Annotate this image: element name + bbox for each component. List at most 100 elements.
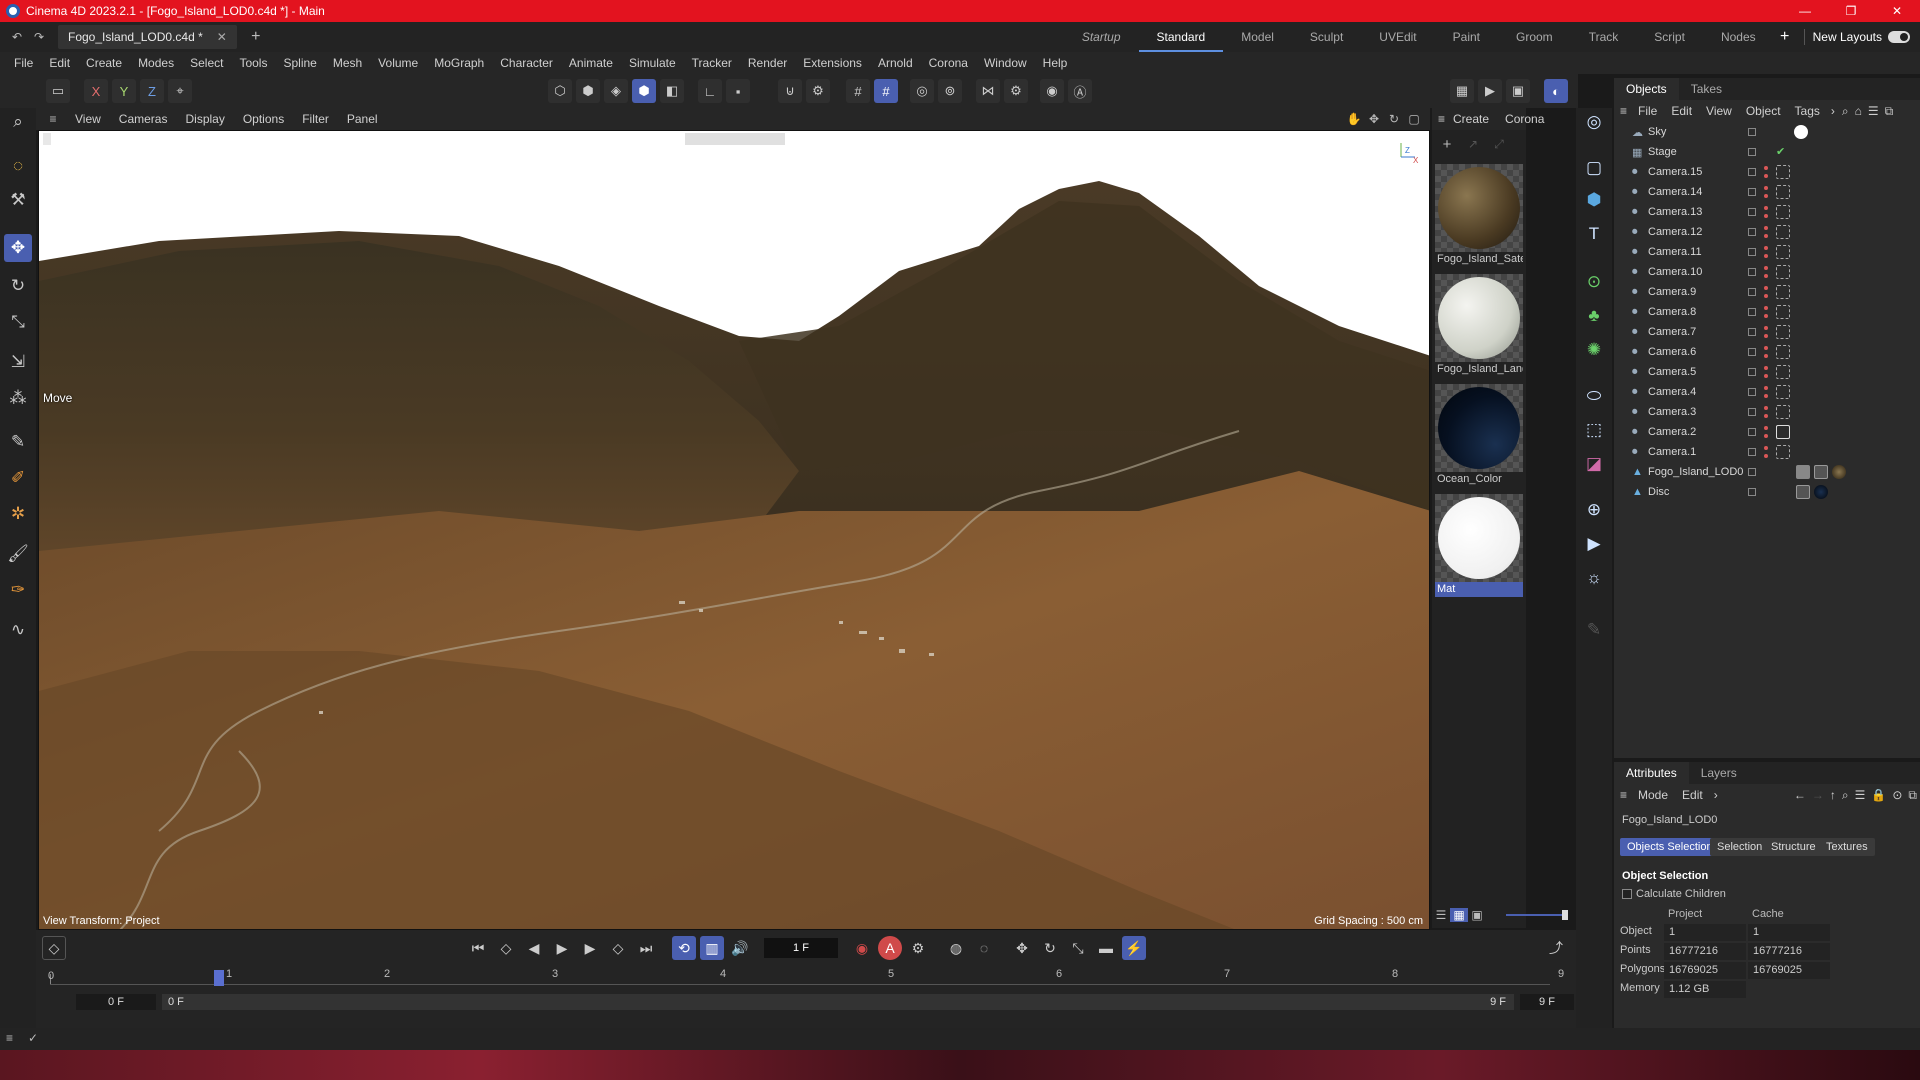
play-icon[interactable]: ▶ [550,936,574,960]
attribute-new-window-icon[interactable]: ⧉ [1905,788,1920,803]
tab-attributes[interactable]: Attributes [1614,762,1689,784]
close-tab-icon[interactable]: ✕ [217,30,227,44]
object-row-stage[interactable]: ▦ Stage ✔ [1614,142,1920,162]
new-layouts-toggle[interactable] [1888,31,1910,43]
object-row-camera-4[interactable]: ⏺ Camera.4 [1614,382,1920,402]
arnold-icon[interactable]: Ⓐ [1068,79,1092,103]
loop-icon[interactable]: ⟲ [672,936,696,960]
material-hamburger-icon[interactable]: ≡ [1438,112,1445,126]
object-row-camera-3[interactable]: ⏺ Camera.3 [1614,402,1920,422]
key-rotation-icon[interactable]: ◌ [972,936,996,960]
object-row-camera-6[interactable]: ⏺ Camera.6 [1614,342,1920,362]
object-row-disc[interactable]: ▲ Disc [1614,482,1920,502]
target-tag-icon[interactable] [1776,245,1790,259]
layout-standard[interactable]: Standard [1138,22,1224,52]
tab-takes[interactable]: Takes [1679,78,1734,100]
maximize-icon[interactable]: ❐ [1828,0,1874,22]
text-icon[interactable]: T [1580,220,1608,248]
maximize-view-icon[interactable]: ▢ [1404,112,1424,126]
object-mode-icon[interactable]: ⬢ [632,79,656,103]
target-tag-icon[interactable] [1776,165,1790,179]
key-pla-icon[interactable]: ⚡ [1122,936,1146,960]
pan-view-icon[interactable]: ✋ [1344,112,1364,126]
environment-icon[interactable]: ⊕ [1580,496,1608,524]
playhead[interactable] [214,970,224,986]
object-row-camera-11[interactable]: ⏺ Camera.11 [1614,242,1920,262]
previous-frame-icon[interactable]: ◀ [522,936,546,960]
texture-tag-icon[interactable] [1832,465,1846,479]
viewport-menu-cameras[interactable]: Cameras [110,112,177,126]
menu-character[interactable]: Character [492,56,561,70]
menu-file[interactable]: File [6,56,41,70]
calculate-children-row[interactable]: Calculate Children [1622,888,1726,900]
spline-tools-icon[interactable]: ✲ [4,500,32,528]
menu-mesh[interactable]: Mesh [325,56,370,70]
end-frame-field[interactable]: 9 F [1520,994,1574,1010]
keyframe-icon[interactable]: ◇ [42,936,66,960]
object-row-camera-15[interactable]: ⏺ Camera.15 [1614,162,1920,182]
menu-mograph[interactable]: MoGraph [426,56,492,70]
new-window-icon[interactable]: ⧉ [1882,104,1897,119]
generator-icon[interactable]: ⊙ [1580,268,1608,296]
layout-track[interactable]: Track [1571,22,1637,52]
minimize-icon[interactable]: — [1782,0,1828,22]
redo-icon[interactable]: ↷ [28,30,50,44]
axis-mode-icon[interactable]: ∟ [698,79,722,103]
forward-arrow-icon[interactable]: → [1809,788,1827,802]
target-tag-icon[interactable] [1776,385,1790,399]
object-row-camera-10[interactable]: ⏺ Camera.10 [1614,262,1920,282]
document-tab[interactable]: Fogo_Island_LOD0.c4d * ✕ [58,25,237,49]
object-search-icon[interactable]: ⌕ [1839,104,1852,119]
live-selection-icon[interactable]: ⚒ [4,186,32,214]
back-arrow-icon[interactable]: ← [1791,788,1809,802]
viewport-menu-display[interactable]: Display [176,112,233,126]
autokey-icon[interactable]: A [878,936,902,960]
uvw-tag-icon[interactable] [1814,465,1828,479]
close-icon[interactable]: ✕ [1874,0,1920,22]
sky-material-tag[interactable] [1794,125,1808,139]
menu-simulate[interactable]: Simulate [621,56,684,70]
attribute-hamburger-icon[interactable]: ≡ [1620,788,1631,802]
coordinate-system-icon[interactable]: ⌖ [168,79,192,103]
polygons-mode-icon[interactable]: ◈ [604,79,628,103]
add-layout-icon[interactable]: + [1774,28,1796,46]
uv-mode-icon[interactable]: ◧ [660,79,684,103]
playback-mode-icon[interactable]: ▥ [700,936,724,960]
layout-groom[interactable]: Groom [1498,22,1571,52]
z-axis-button[interactable]: Z [140,79,164,103]
deformer-icon[interactable]: ⬭ [1580,382,1608,410]
viewport-menu-options[interactable]: Options [234,112,293,126]
record-keys-icon[interactable]: ◉ [850,936,874,960]
menu-modes[interactable]: Modes [130,56,182,70]
layout-script[interactable]: Script [1636,22,1703,52]
camera-selector[interactable] [685,133,785,145]
object-row-camera-1[interactable]: ⏺ Camera.1 [1614,442,1920,462]
calculate-children-checkbox[interactable] [1622,889,1632,899]
menu-edit[interactable]: Edit [41,56,78,70]
object-hamburger-icon[interactable]: ≡ [1620,104,1631,118]
chevron-right-icon[interactable]: › [1827,104,1839,118]
object-menu-view[interactable]: View [1699,104,1739,118]
material-menu-corona[interactable]: Corona [1497,112,1552,126]
object-menu-file[interactable]: File [1631,104,1664,118]
points-mode-icon[interactable]: ⬡ [548,79,572,103]
light-icon[interactable]: ☼ [1580,564,1608,592]
symmetry-icon[interactable]: ⋈ [976,79,1000,103]
key-move-icon[interactable]: ✥ [1010,936,1034,960]
chip-structure[interactable]: Structure [1764,838,1823,856]
solo-off-icon[interactable]: ◎ [910,79,934,103]
menu-corona[interactable]: Corona [921,56,976,70]
rotate-view-icon[interactable]: ↻ [1384,112,1404,126]
menu-tracker[interactable]: Tracker [684,56,740,70]
undo-icon[interactable]: ↶ [6,30,28,44]
preview-range-bar[interactable]: 0 F 9 F [162,994,1514,1010]
content-browser-icon[interactable]: ◐ [1544,79,1568,103]
target-tag-icon[interactable] [1776,225,1790,239]
symmetry-settings-icon[interactable]: ⚙ [1004,79,1028,103]
target-tag-icon[interactable] [1776,425,1790,439]
object-row-camera-8[interactable]: ⏺ Camera.8 [1614,302,1920,322]
key-position-icon[interactable]: ◍ [944,936,968,960]
layout-uvedit[interactable]: UVEdit [1361,22,1434,52]
menu-spline[interactable]: Spline [275,56,324,70]
attribute-filter-icon[interactable]: ☰ [1852,788,1869,802]
